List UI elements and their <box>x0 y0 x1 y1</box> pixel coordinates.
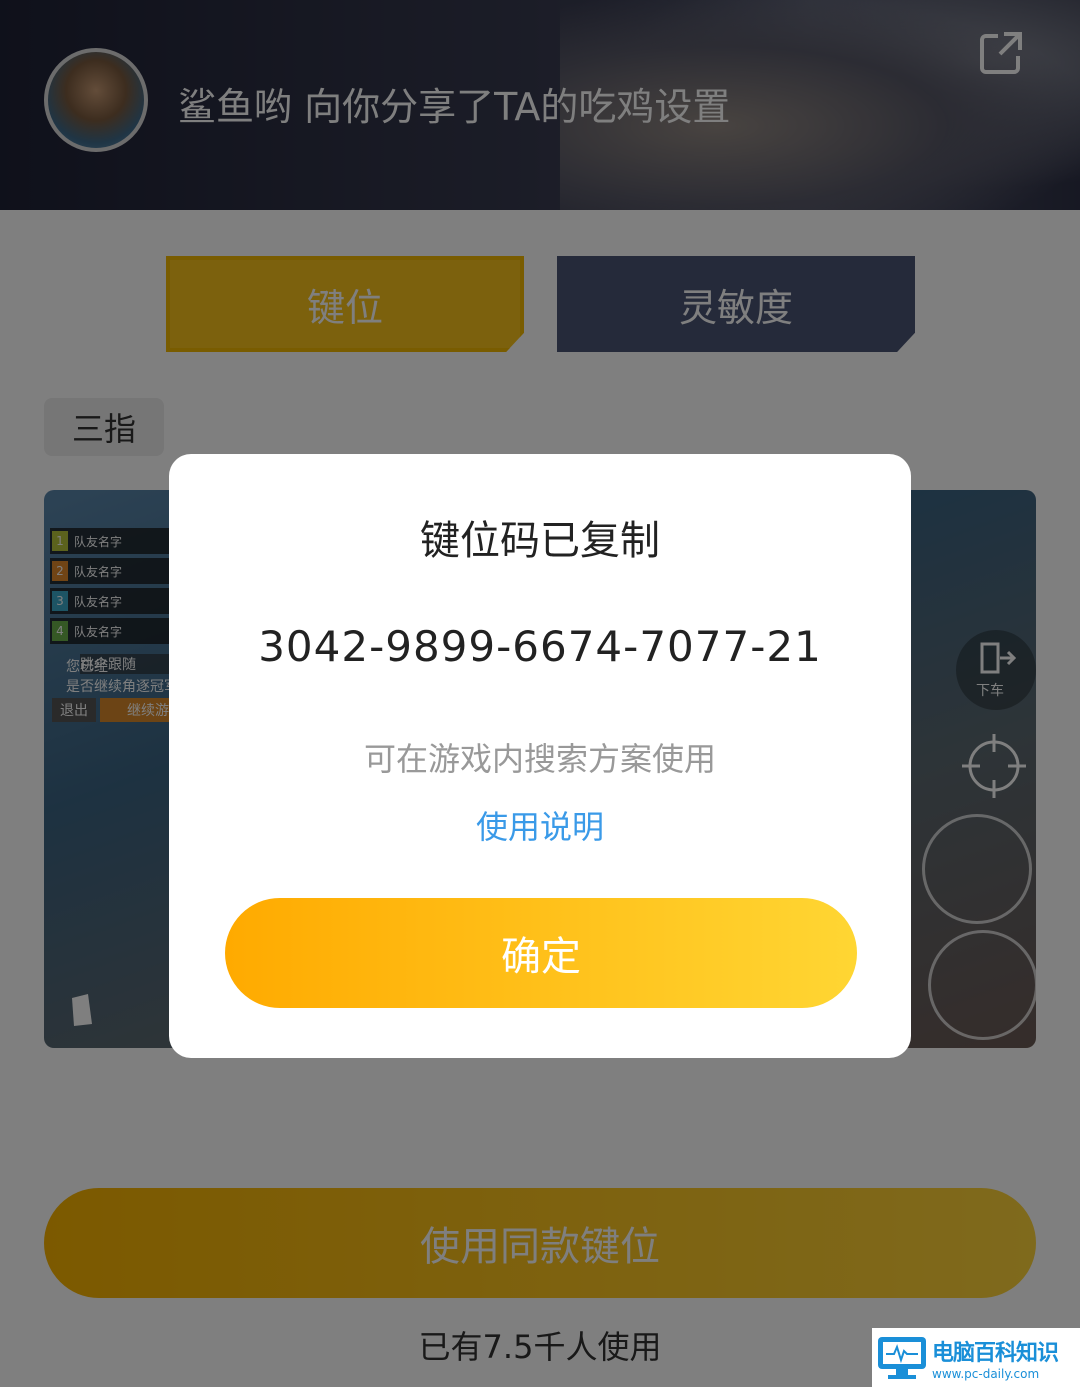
usage-instructions-link[interactable]: 使用说明 <box>0 802 1080 848</box>
site-watermark: 电脑百科知识 www.pc-daily.com <box>872 1328 1080 1387</box>
layout-code: 3042-9899-6674-7077-21 <box>258 622 822 671</box>
confirm-button[interactable]: 确定 <box>225 898 857 1008</box>
monitor-logo-icon <box>878 1336 926 1379</box>
dialog-hint: 可在游戏内搜索方案使用 <box>363 740 716 778</box>
watermark-url: www.pc-daily.com <box>932 1366 1040 1381</box>
dialog-title: 键位码已复制 <box>420 518 660 564</box>
confirm-label: 确定 <box>501 934 581 980</box>
watermark-name: 电脑百科知识 <box>932 1340 1059 1366</box>
